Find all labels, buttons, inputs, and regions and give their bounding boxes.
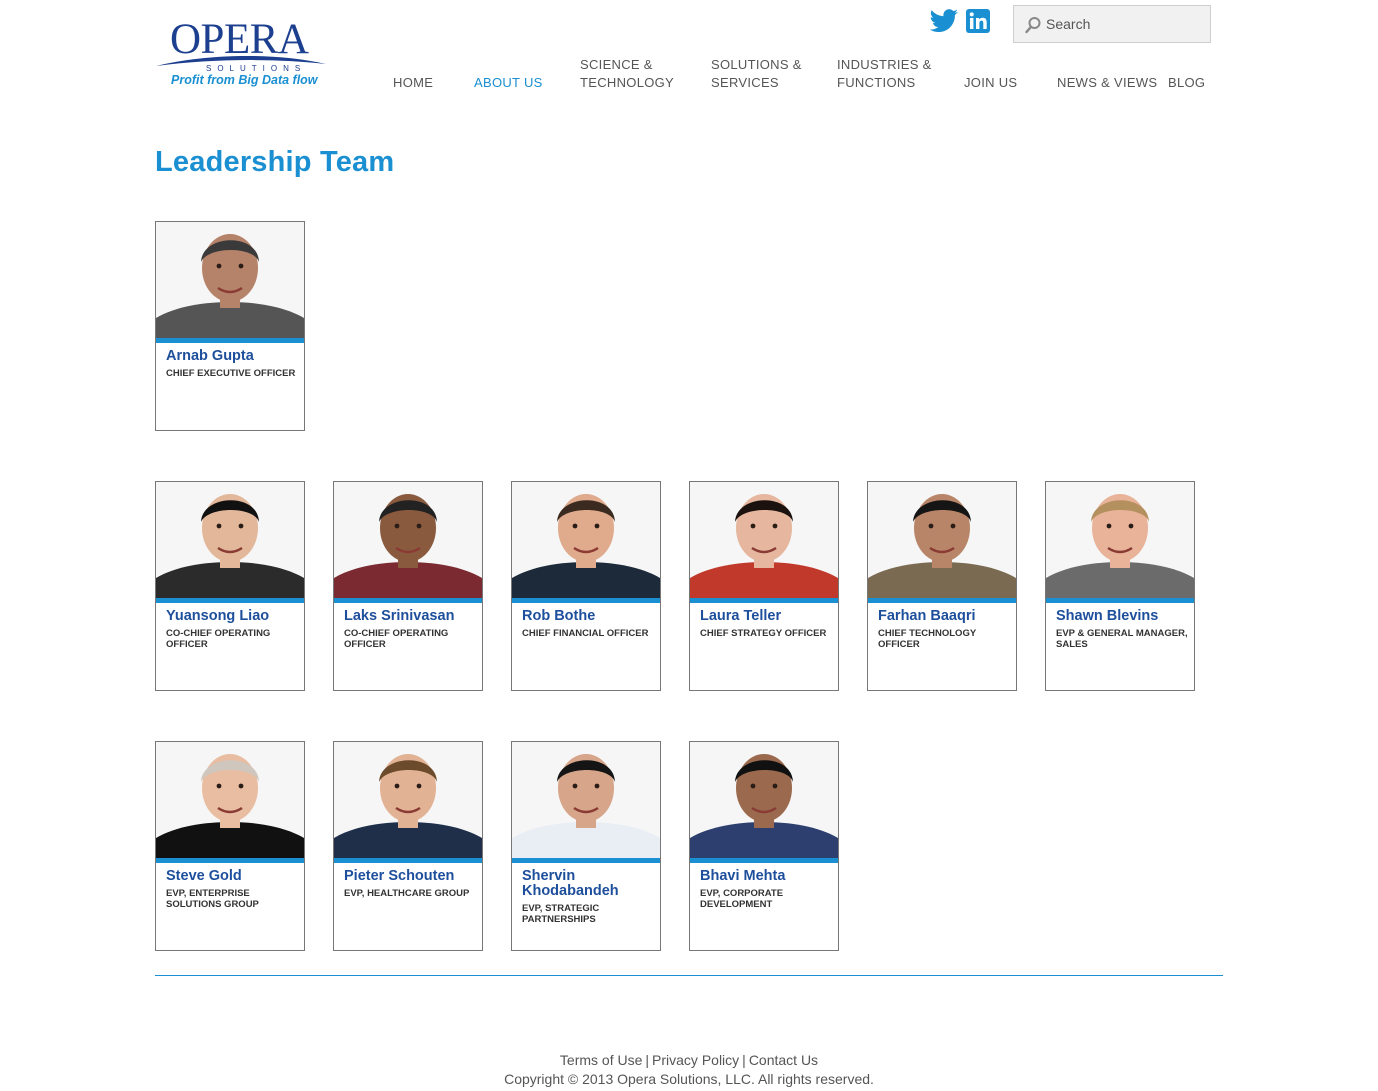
- footer-link-terms[interactable]: Terms of Use: [560, 1052, 642, 1068]
- card-accent-bar: [512, 598, 660, 603]
- leader-photo: [868, 482, 1016, 598]
- footer-separator: |: [742, 1052, 746, 1068]
- card-accent-bar: [512, 858, 660, 863]
- leader-title: CO-CHIEF OPERATING OFFICER: [344, 628, 449, 650]
- nav-news-views[interactable]: NEWS & VIEWS: [1057, 74, 1157, 92]
- leader-title: CHIEF FINANCIAL OFFICER: [522, 628, 649, 639]
- leader-photo: [690, 482, 838, 598]
- leader-photo: [334, 482, 482, 598]
- leader-photo: [334, 742, 482, 858]
- nav-solutions-services[interactable]: SOLUTIONS & SERVICES: [711, 56, 802, 92]
- search-box[interactable]: [1013, 5, 1211, 43]
- leader-card[interactable]: Arnab Gupta CHIEF EXECUTIVE OFFICER: [155, 221, 305, 431]
- leader-photo: [156, 222, 304, 338]
- leader-title: CHIEF STRATEGY OFFICER: [700, 628, 827, 639]
- nav-about-us[interactable]: ABOUT US: [474, 74, 543, 92]
- card-accent-bar: [1046, 598, 1194, 603]
- nav-join-us[interactable]: JOIN US: [964, 74, 1017, 92]
- footer-separator: |: [645, 1052, 650, 1068]
- leader-card[interactable]: Steve Gold EVP, ENTERPRISE SOLUTIONS GROU…: [155, 741, 305, 951]
- leader-photo: [690, 742, 838, 858]
- leader-card[interactable]: Laura Teller CHIEF STRATEGY OFFICER: [689, 481, 839, 691]
- linkedin-icon: [966, 9, 990, 33]
- card-accent-bar: [334, 858, 482, 863]
- leader-name[interactable]: Laura Teller: [700, 609, 832, 624]
- leader-photo: [512, 742, 660, 858]
- card-accent-bar: [156, 598, 304, 603]
- card-accent-bar: [690, 598, 838, 603]
- nav-home[interactable]: HOME: [393, 74, 433, 92]
- card-accent-bar: [156, 338, 304, 343]
- leader-name[interactable]: Shawn Blevins: [1056, 609, 1188, 624]
- leader-card[interactable]: Shawn Blevins EVP & GENERAL MANAGER, SALE…: [1045, 481, 1195, 691]
- leader-card[interactable]: Bhavi Mehta EVP, CORPORATE DEVELOPMENT: [689, 741, 839, 951]
- twitter-icon: [929, 9, 958, 33]
- leader-title: EVP & GENERAL MANAGER, SALES: [1056, 628, 1188, 650]
- leader-title: EVP, ENTERPRISE SOLUTIONS GROUP: [166, 888, 259, 910]
- leader-card[interactable]: Pieter Schouten EVP, HEALTHCARE GROUP: [333, 741, 483, 951]
- opera-solutions-logo[interactable]: OPERA SOLUTIONS Profit from Big Data flo…: [154, 14, 329, 94]
- leader-name[interactable]: Rob Bothe: [522, 609, 654, 624]
- copyright-text: Copyright © 2013 Opera Solutions, LLC. A…: [504, 1071, 874, 1087]
- leader-name[interactable]: Arnab Gupta: [166, 349, 298, 364]
- footer-link-privacy[interactable]: Privacy Policy: [652, 1052, 739, 1068]
- footer-links: Terms of Use | Privacy Policy | Contact Us: [0, 1052, 1378, 1068]
- card-accent-bar: [868, 598, 1016, 603]
- footer-divider: [155, 975, 1223, 976]
- leader-name[interactable]: Bhavi Mehta: [700, 869, 832, 884]
- logo-subtitle: SOLUTIONS: [206, 64, 307, 73]
- logo-tagline: Profit from Big Data flow: [171, 73, 318, 87]
- leader-title: CHIEF TECHNOLOGY OFFICER: [878, 628, 976, 650]
- leader-card[interactable]: Laks Srinivasan CO-CHIEF OPERATING OFFICE…: [333, 481, 483, 691]
- leader-name[interactable]: Farhan Baaqri: [878, 609, 1010, 624]
- leader-card[interactable]: Shervin Khodabandeh EVP, STRATEGIC PARTNE…: [511, 741, 661, 951]
- nav-science-technology[interactable]: SCIENCE & TECHNOLOGY: [580, 56, 674, 92]
- leader-name[interactable]: Shervin Khodabandeh: [522, 869, 654, 899]
- search-input[interactable]: [1046, 13, 1201, 35]
- leader-card[interactable]: Rob Bothe CHIEF FINANCIAL OFFICER: [511, 481, 661, 691]
- leader-card[interactable]: Farhan Baaqri CHIEF TECHNOLOGY OFFICER: [867, 481, 1017, 691]
- leader-photo: [512, 482, 660, 598]
- leader-photo: [1046, 482, 1194, 598]
- card-accent-bar: [690, 858, 838, 863]
- leader-title: EVP, HEALTHCARE GROUP: [344, 888, 470, 899]
- nav-industries-functions[interactable]: INDUSTRIES & FUNCTIONS: [837, 56, 932, 92]
- nav-blog[interactable]: BLOG: [1168, 74, 1205, 92]
- linkedin-link[interactable]: [966, 9, 990, 33]
- leader-name[interactable]: Pieter Schouten: [344, 869, 476, 884]
- leader-photo: [156, 742, 304, 858]
- search-icon: [1025, 17, 1041, 34]
- leader-title: EVP, CORPORATE DEVELOPMENT: [700, 888, 784, 910]
- leader-name[interactable]: Steve Gold: [166, 869, 298, 884]
- page-title: Leadership Team: [155, 146, 395, 178]
- leader-photo: [156, 482, 304, 598]
- twitter-link[interactable]: [929, 9, 959, 33]
- footer-link-contact[interactable]: Contact Us: [749, 1052, 818, 1068]
- leader-title: EVP, STRATEGIC PARTNERSHIPS: [522, 903, 600, 925]
- leader-name[interactable]: Yuansong Liao: [166, 609, 298, 624]
- leader-card[interactable]: Yuansong Liao CO-CHIEF OPERATING OFFICER: [155, 481, 305, 691]
- leader-title: CO-CHIEF OPERATING OFFICER: [166, 628, 271, 650]
- card-accent-bar: [334, 598, 482, 603]
- leader-name[interactable]: Laks Srinivasan: [344, 609, 476, 624]
- card-accent-bar: [156, 858, 304, 863]
- leader-title: CHIEF EXECUTIVE OFFICER: [166, 368, 296, 379]
